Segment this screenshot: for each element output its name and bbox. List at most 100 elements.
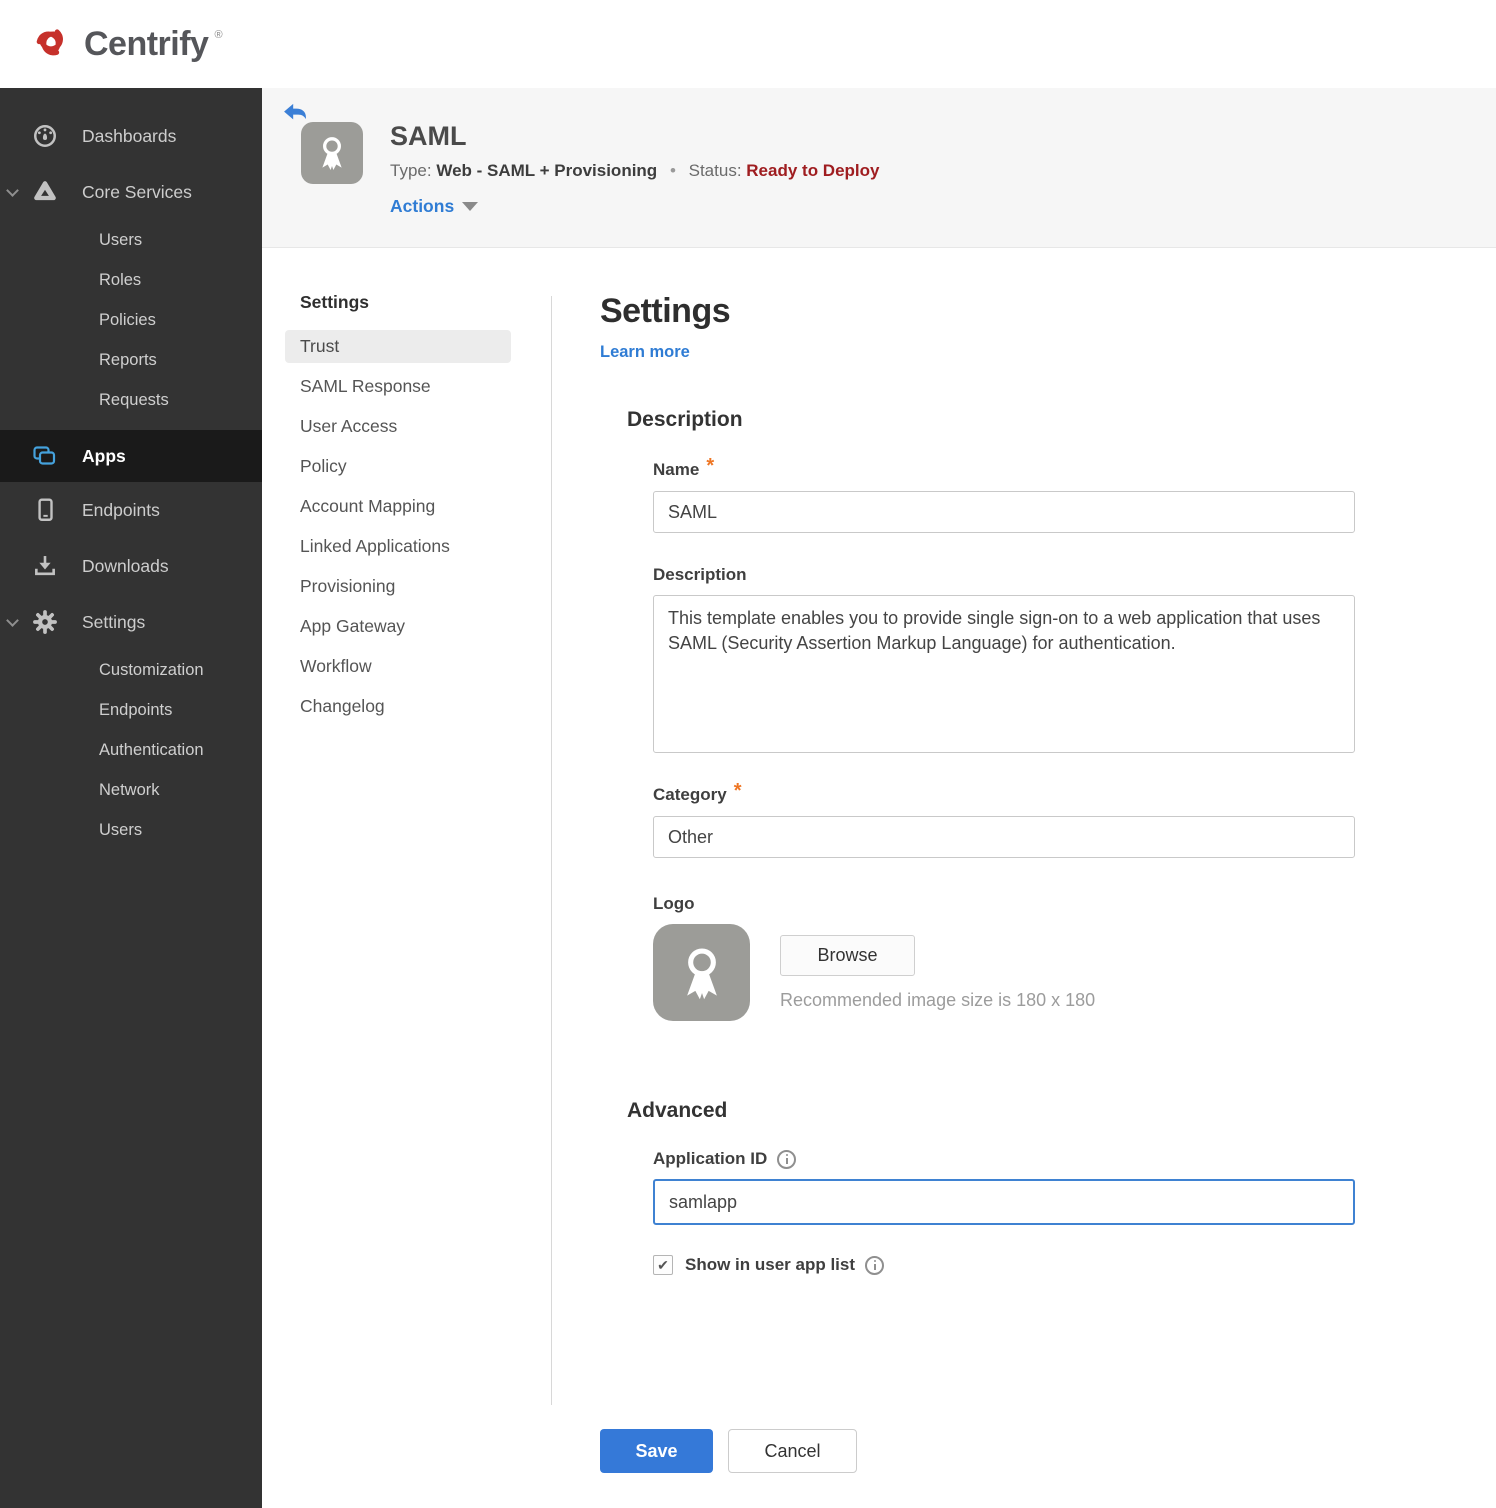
sidebar-item-downloads[interactable]: Downloads xyxy=(0,538,262,594)
application-id-label-row: Application ID xyxy=(653,1149,1400,1169)
category-input[interactable] xyxy=(653,816,1355,858)
subnav-item-app-gateway[interactable]: App Gateway xyxy=(285,610,511,643)
back-arrow-icon xyxy=(284,103,306,120)
registered-mark: ® xyxy=(214,28,223,41)
sidebar-item-label: Core Services xyxy=(82,181,192,202)
sidebar-item-label: Dashboards xyxy=(82,125,177,146)
logo-size-hint: Recommended image size is 180 x 180 xyxy=(780,990,1096,1010)
info-icon[interactable] xyxy=(777,1149,797,1169)
checkmark-icon: ✔ xyxy=(657,1256,669,1273)
category-label: Category xyxy=(653,784,727,804)
status-badge: Ready to Deploy xyxy=(746,161,880,180)
sidebar-item-policies[interactable]: Policies xyxy=(0,300,262,340)
name-label: Name xyxy=(653,459,700,479)
info-icon[interactable] xyxy=(865,1255,885,1275)
endpoint-device-icon xyxy=(32,497,58,523)
sidebar-item-requests[interactable]: Requests xyxy=(0,380,262,420)
sidebar-item-label: Downloads xyxy=(82,555,169,576)
sidebar-item-endpoints[interactable]: Endpoints xyxy=(0,482,262,538)
sidebar-subitem-label: Roles xyxy=(99,270,142,289)
subnav-header: Settings xyxy=(300,292,370,312)
content-area: Settings Trust SAML Response User Access… xyxy=(262,248,1496,1507)
sidebar-subitem-label: Network xyxy=(99,780,160,799)
sidebar-item-dashboards[interactable]: Dashboards xyxy=(0,108,262,164)
top-bar: Centrify ® xyxy=(0,0,1496,88)
sidebar-item-roles[interactable]: Roles xyxy=(0,260,262,300)
save-button[interactable]: Save xyxy=(600,1429,713,1473)
back-button[interactable] xyxy=(283,103,307,128)
dashboard-gauge-icon xyxy=(32,123,58,149)
app-badge-icon xyxy=(301,122,363,184)
sidebar-subitem-label: Users xyxy=(99,230,143,249)
app-meta: Type: Web - SAML + Provisioning • Status… xyxy=(390,161,879,181)
subnav-item-provisioning[interactable]: Provisioning xyxy=(285,570,511,603)
sidebar-subitem-label: Requests xyxy=(99,390,169,409)
core-services-icon xyxy=(32,179,58,205)
sidebar-item-customization[interactable]: Customization xyxy=(0,650,262,690)
status-label: Status: xyxy=(688,161,742,180)
meta-separator: • xyxy=(669,161,676,180)
actions-label: Actions xyxy=(390,196,455,216)
subnav-item-changelog[interactable]: Changelog xyxy=(285,690,511,723)
sidebar-subitem-label: Users xyxy=(99,820,143,839)
learn-more-link[interactable]: Learn more xyxy=(600,343,690,362)
required-asterisk: * xyxy=(706,455,715,477)
logo-label-row: Logo xyxy=(653,894,1400,914)
subnav-item-saml-response[interactable]: SAML Response xyxy=(285,370,511,403)
sidebar-item-settings-endpoints[interactable]: Endpoints xyxy=(0,690,262,730)
sidebar-subitem-label: Policies xyxy=(99,310,156,329)
subnav-item-account-mapping[interactable]: Account Mapping xyxy=(285,490,511,523)
cancel-button[interactable]: Cancel xyxy=(728,1429,857,1473)
logo-row: Browse Recommended image size is 180 x 1… xyxy=(653,924,1400,1021)
sidebar-item-label: Endpoints xyxy=(82,499,160,520)
sidebar-item-reports[interactable]: Reports xyxy=(0,340,262,380)
sidebar-item-users[interactable]: Users xyxy=(0,220,262,260)
name-input[interactable] xyxy=(653,491,1355,533)
download-icon xyxy=(32,553,58,579)
sidebar-item-network[interactable]: Network xyxy=(0,770,262,810)
vertical-divider xyxy=(551,296,552,1405)
description-section-heading: Description xyxy=(627,408,743,431)
browse-button[interactable]: Browse xyxy=(780,935,915,976)
subnav-item-user-access[interactable]: User Access xyxy=(285,410,511,443)
sidebar-item-settings[interactable]: Settings xyxy=(0,594,262,650)
name-label-row: Name * xyxy=(653,455,1400,481)
application-id-input[interactable] xyxy=(653,1179,1355,1225)
subnav-item-linked-applications[interactable]: Linked Applications xyxy=(285,530,511,563)
brand-name: Centrify xyxy=(84,24,209,63)
subnav-item-workflow[interactable]: Workflow xyxy=(285,650,511,683)
sidebar-subitem-label: Customization xyxy=(99,660,204,679)
sidebar-item-label: Apps xyxy=(82,445,126,466)
settings-subnav: Settings Trust SAML Response User Access… xyxy=(285,292,511,730)
subnav-item-policy[interactable]: Policy xyxy=(285,450,511,483)
subnav-item-trust[interactable]: Trust xyxy=(285,330,511,363)
sidebar-item-core-services[interactable]: Core Services xyxy=(0,164,262,220)
show-in-user-app-list-checkbox[interactable]: ✔ xyxy=(653,1255,673,1275)
sidebar-item-settings-users[interactable]: Users xyxy=(0,810,262,850)
description-label-row: Description xyxy=(653,565,1400,585)
sidebar: Dashboards Core Services Users Roles Pol… xyxy=(0,88,262,1508)
sidebar-item-authentication[interactable]: Authentication xyxy=(0,730,262,770)
page-title: SAML xyxy=(390,121,467,151)
category-label-row: Category * xyxy=(653,780,1400,806)
chevron-down-icon xyxy=(6,184,19,197)
show-in-user-app-list-label: Show in user app list xyxy=(685,1255,856,1274)
show-in-user-app-list-row[interactable]: ✔ Show in user app list xyxy=(653,1255,1400,1275)
description-label: Description xyxy=(653,565,747,584)
dropdown-arrow-icon xyxy=(462,202,479,211)
form-title: Settings xyxy=(600,292,731,330)
form-buttons: Save Cancel xyxy=(600,1429,1400,1473)
required-asterisk: * xyxy=(733,780,742,802)
sidebar-item-label: Settings xyxy=(82,611,146,632)
sidebar-item-apps[interactable]: Apps xyxy=(0,430,262,482)
sidebar-subitem-label: Endpoints xyxy=(99,700,173,719)
actions-dropdown[interactable]: Actions xyxy=(390,196,879,217)
centrify-logo: Centrify ® xyxy=(28,19,223,70)
gear-icon xyxy=(32,609,58,635)
sidebar-subitem-label: Authentication xyxy=(99,740,204,759)
application-id-label: Application ID xyxy=(653,1149,768,1168)
sidebar-subitem-label: Reports xyxy=(99,350,157,369)
type-label: Type: xyxy=(390,161,432,180)
settings-form: Settings Learn more Description Name * D… xyxy=(600,248,1400,1473)
description-textarea[interactable]: This template enables you to provide sin… xyxy=(653,595,1355,753)
